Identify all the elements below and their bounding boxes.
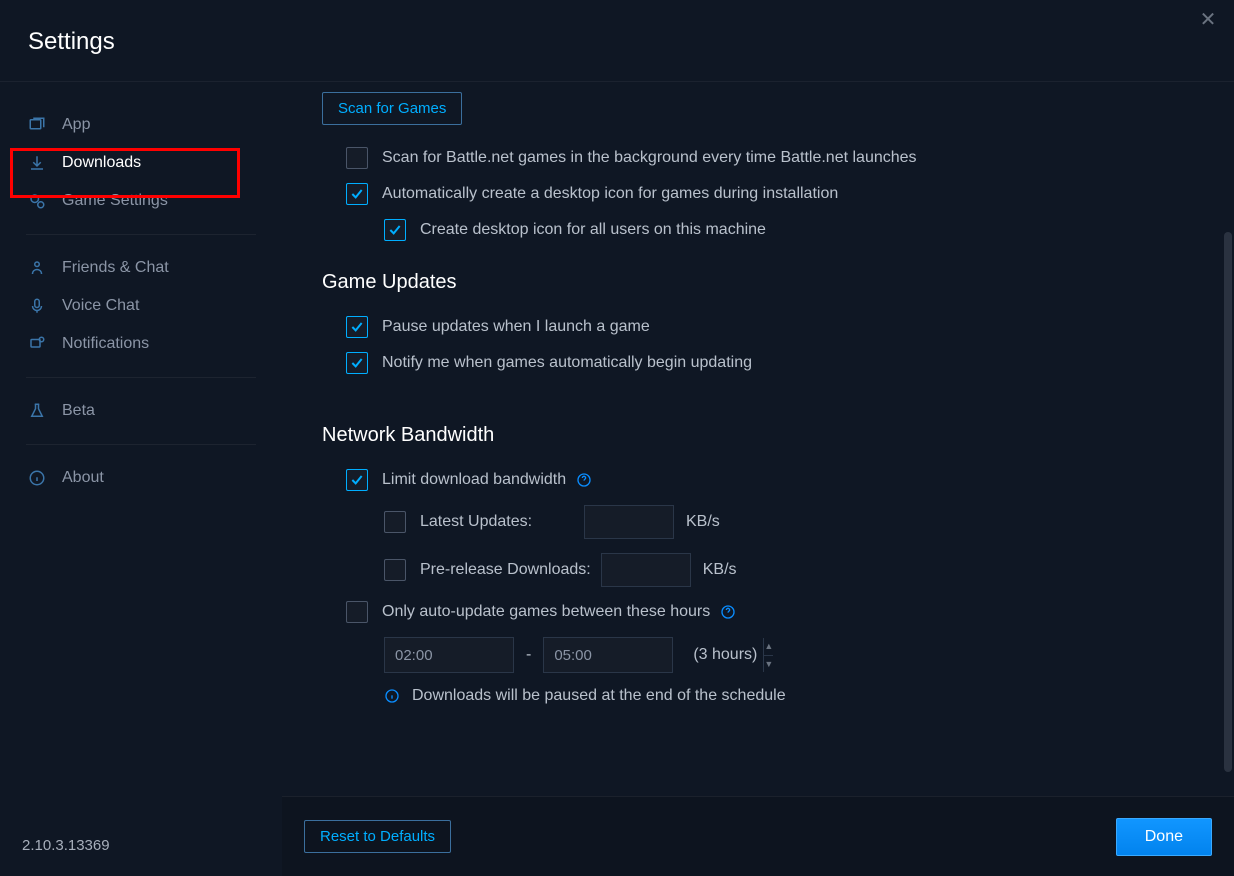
sidebar-item-voice[interactable]: Voice Chat <box>16 287 266 325</box>
sidebar-item-label: App <box>62 116 90 134</box>
help-icon[interactable] <box>720 603 738 621</box>
sidebar-item-label: Beta <box>62 402 95 420</box>
latest-updates-label: Latest Updates: <box>420 513 532 531</box>
game-updates-title: Game Updates <box>322 271 1194 294</box>
time-to-down[interactable]: ▼ <box>764 656 773 673</box>
app-icon <box>28 116 50 134</box>
sidebar-item-downloads[interactable]: Downloads <box>16 144 266 182</box>
prerelease-unit: KB/s <box>703 561 737 579</box>
footer-bar: Reset to Defaults Done <box>282 796 1234 876</box>
all-users-checkbox[interactable] <box>384 219 406 241</box>
settings-icon <box>28 192 50 210</box>
prerelease-checkbox[interactable] <box>384 559 406 581</box>
sidebar-item-notifications[interactable]: Notifications <box>16 325 266 363</box>
sidebar-item-label: Notifications <box>62 335 149 353</box>
pause-on-launch-label: Pause updates when I launch a game <box>382 318 650 336</box>
time-range-dash: - <box>526 646 531 664</box>
pause-on-launch-row: Pause updates when I launch a game <box>346 316 1194 338</box>
page-title: Settings <box>28 28 1234 56</box>
latest-updates-checkbox[interactable] <box>384 511 406 533</box>
sidebar-divider <box>26 234 256 235</box>
download-icon <box>28 154 50 172</box>
latest-updates-input[interactable] <box>584 505 674 539</box>
scan-background-row: Scan for Battle.net games in the backgro… <box>346 147 1194 169</box>
desktop-icon-row: Automatically create a desktop icon for … <box>346 183 1194 205</box>
scrollbar[interactable] <box>1222 82 1232 796</box>
sidebar-item-label: Voice Chat <box>62 297 139 315</box>
notification-icon <box>28 335 50 353</box>
notify-updates-checkbox[interactable] <box>346 352 368 374</box>
pause-on-launch-checkbox[interactable] <box>346 316 368 338</box>
pause-schedule-info-label: Downloads will be paused at the end of t… <box>412 687 786 705</box>
reset-to-defaults-button[interactable]: Reset to Defaults <box>304 820 451 853</box>
version-label: 2.10.3.13369 <box>22 837 110 854</box>
limit-bandwidth-checkbox[interactable] <box>346 469 368 491</box>
auto-update-hours-row: Only auto-update games between these hou… <box>346 601 1194 623</box>
scan-background-label: Scan for Battle.net games in the backgro… <box>382 149 917 167</box>
sidebar-item-label: Game Settings <box>62 192 168 210</box>
all-users-row: Create desktop icon for all users on thi… <box>384 219 1194 241</box>
network-bandwidth-title: Network Bandwidth <box>322 424 1194 447</box>
notify-updates-row: Notify me when games automatically begin… <box>346 352 1194 374</box>
info-circle-icon <box>384 687 402 705</box>
time-from-input[interactable]: ▲ ▼ <box>384 637 514 673</box>
prerelease-label: Pre-release Downloads: <box>420 561 591 579</box>
sidebar-item-label: Friends & Chat <box>62 259 169 277</box>
person-icon <box>28 259 50 277</box>
auto-update-hours-checkbox[interactable] <box>346 601 368 623</box>
content-panel: Scan for Games Scan for Battle.net games… <box>282 82 1234 876</box>
sidebar-item-beta[interactable]: Beta <box>16 392 266 430</box>
header: Settings <box>0 0 1234 82</box>
latest-updates-row: Latest Updates: KB/s <box>384 505 1194 539</box>
desktop-icon-checkbox[interactable] <box>346 183 368 205</box>
time-to-input[interactable]: ▲ ▼ <box>543 637 673 673</box>
sidebar-item-game-settings[interactable]: Game Settings <box>16 182 266 220</box>
sidebar-item-about[interactable]: About <box>16 459 266 497</box>
sidebar: App Downloads Game Settings Fr <box>0 82 282 876</box>
pause-schedule-info-row: Downloads will be paused at the end of t… <box>384 687 1194 705</box>
close-button[interactable]: ✕ <box>1194 6 1222 34</box>
notify-updates-label: Notify me when games automatically begin… <box>382 354 752 372</box>
time-to-up[interactable]: ▲ <box>764 638 773 656</box>
microphone-icon <box>28 297 50 315</box>
sidebar-item-app[interactable]: App <box>16 106 266 144</box>
sidebar-item-label: About <box>62 469 104 487</box>
done-button[interactable]: Done <box>1116 818 1212 856</box>
scan-for-games-button[interactable]: Scan for Games <box>322 92 462 125</box>
prerelease-input[interactable] <box>601 553 691 587</box>
scrollbar-thumb[interactable] <box>1224 232 1232 772</box>
help-icon[interactable] <box>576 471 594 489</box>
limit-bandwidth-row: Limit download bandwidth <box>346 469 1194 491</box>
auto-update-hours-label: Only auto-update games between these hou… <box>382 603 710 621</box>
sidebar-item-friends[interactable]: Friends & Chat <box>16 249 266 287</box>
sidebar-divider <box>26 377 256 378</box>
sidebar-divider <box>26 444 256 445</box>
latest-updates-unit: KB/s <box>686 513 720 531</box>
time-range-row: ▲ ▼ - ▲ ▼ (3 hours) <box>384 637 1194 673</box>
desktop-icon-label: Automatically create a desktop icon for … <box>382 185 838 203</box>
hours-duration-label: (3 hours) <box>693 646 757 664</box>
limit-bandwidth-label: Limit download bandwidth <box>382 471 566 489</box>
flask-icon <box>28 402 50 420</box>
scan-background-checkbox[interactable] <box>346 147 368 169</box>
sidebar-item-label: Downloads <box>62 154 141 172</box>
all-users-label: Create desktop icon for all users on thi… <box>420 221 766 239</box>
info-icon <box>28 469 50 487</box>
prerelease-row: Pre-release Downloads: KB/s <box>384 553 1194 587</box>
